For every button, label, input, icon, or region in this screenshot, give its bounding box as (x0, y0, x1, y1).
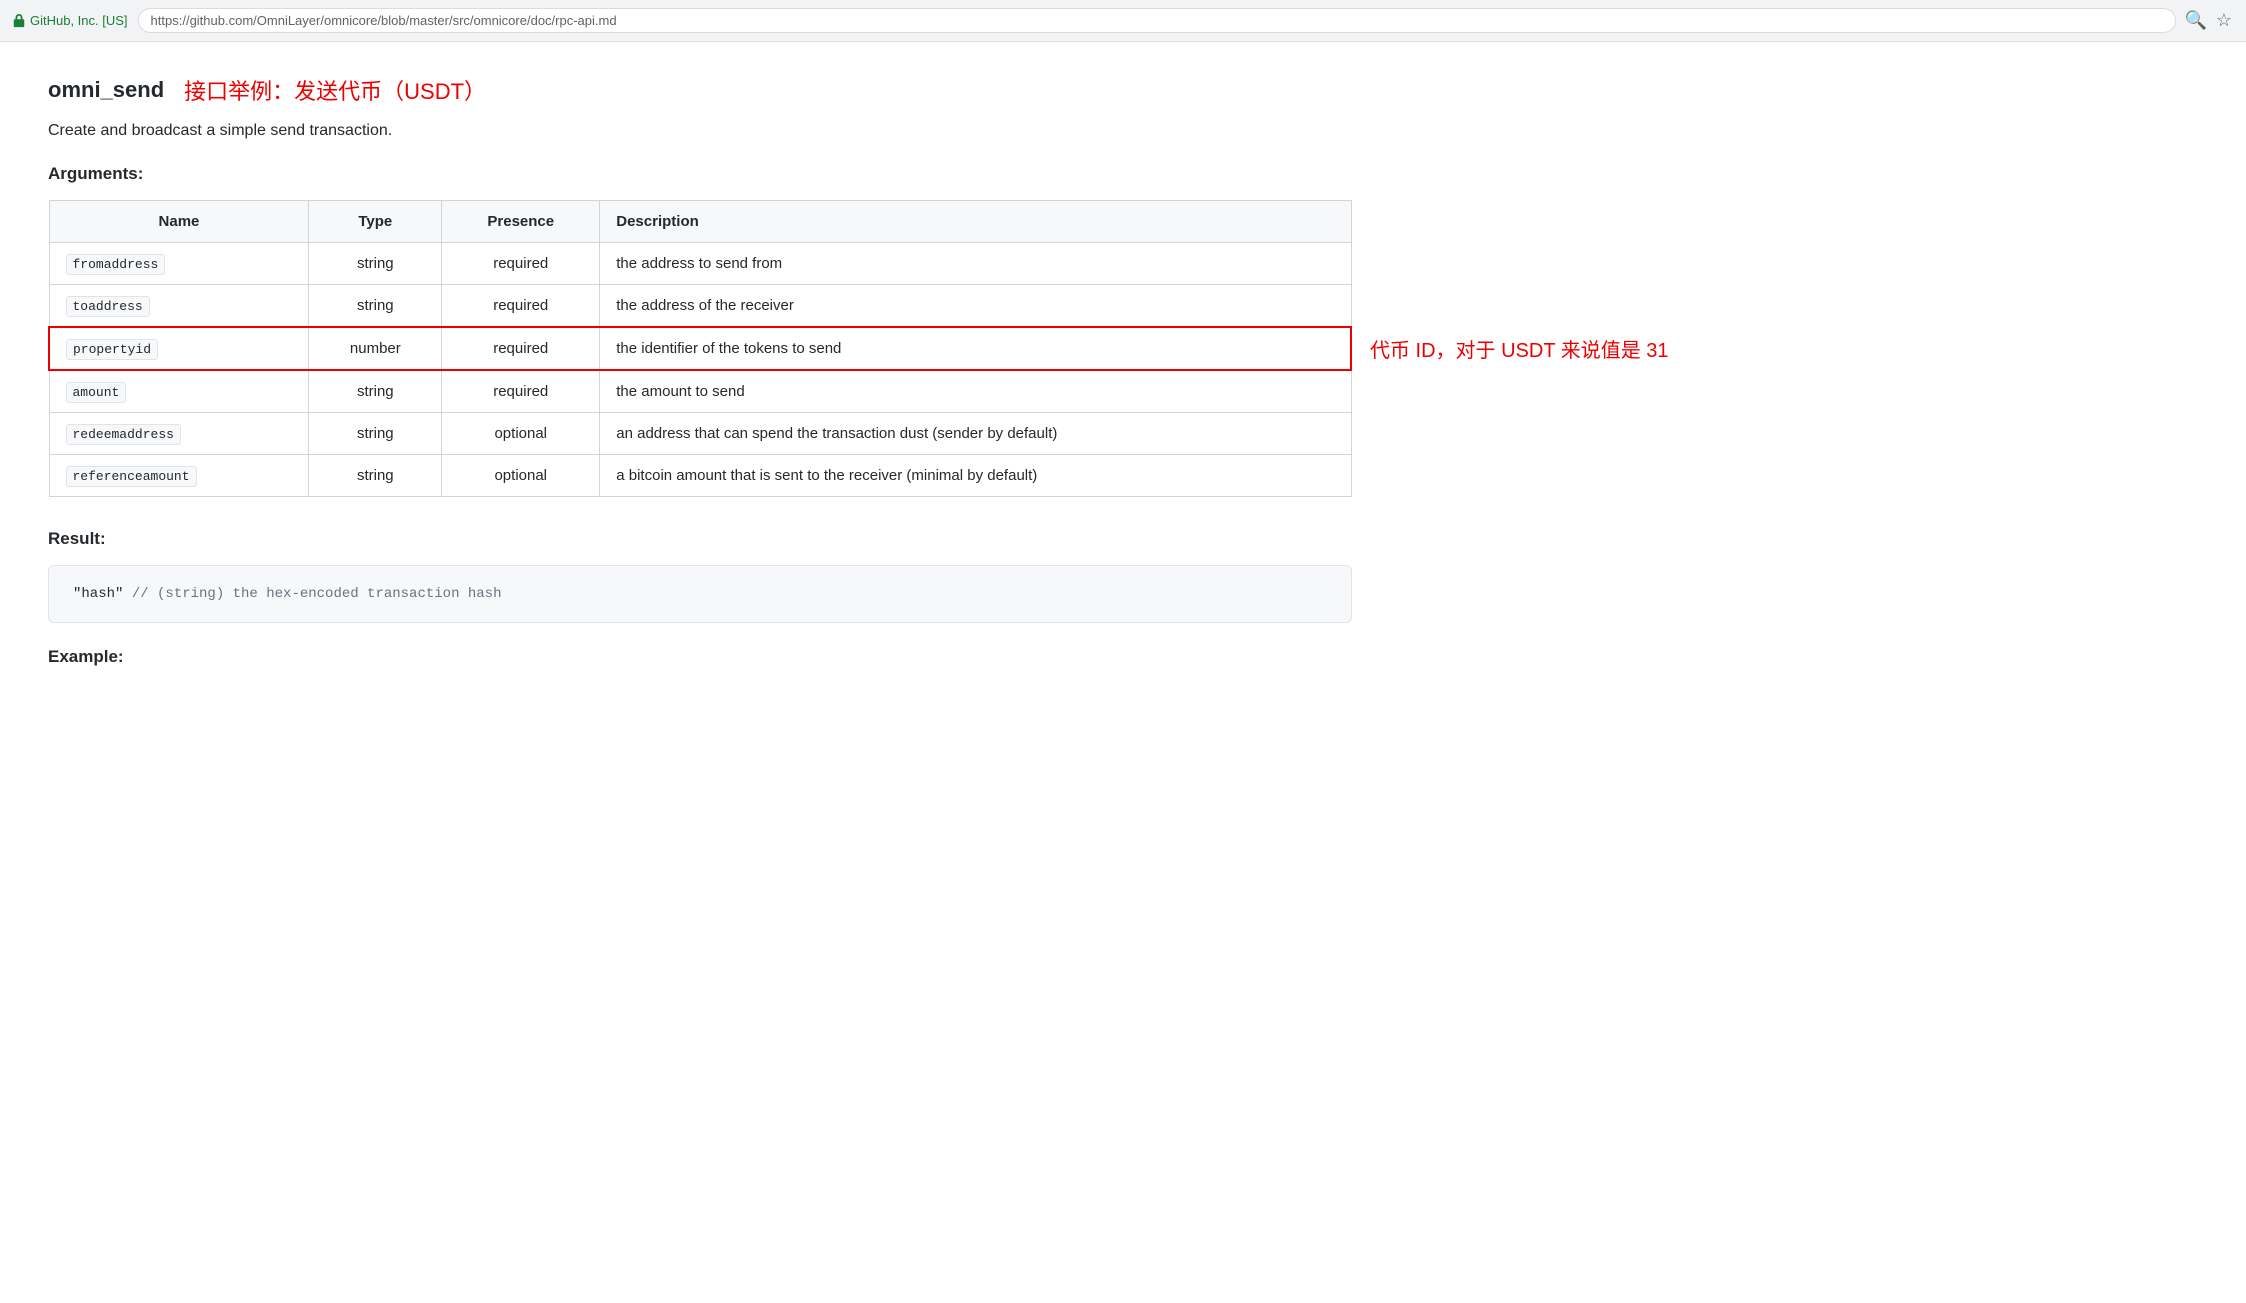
result-section: Result: "hash" // (string) the hex-encod… (48, 529, 1352, 623)
col-presence: Presence (442, 201, 600, 243)
cell-description: a bitcoin amount that is sent to the rec… (600, 455, 1351, 497)
code-name: propertyid (66, 339, 158, 360)
code-name: referenceamount (66, 466, 197, 487)
cell-presence: optional (442, 413, 600, 455)
cell-name: fromaddress (49, 243, 309, 285)
cell-presence: required (442, 327, 600, 370)
header-row: Name Type Presence Description (49, 201, 1351, 243)
page-content: omni_send 接口举例：发送代币（USDT） Create and bro… (0, 42, 1400, 715)
cell-name: toaddress (49, 285, 309, 328)
cell-presence: required (442, 370, 600, 413)
cell-name: referenceamount (49, 455, 309, 497)
cell-description: the address to send from (600, 243, 1351, 285)
result-code-string: "hash" (73, 586, 132, 602)
table-row: toaddress string required the address of… (49, 285, 1351, 328)
cell-type: string (309, 243, 442, 285)
cell-description: the address of the receiver (600, 285, 1351, 328)
chinese-subtitle: 接口举例：发送代币（USDT） (184, 74, 486, 106)
security-indicator: GitHub, Inc. [US] (12, 13, 128, 28)
code-name: toaddress (66, 296, 150, 317)
browser-bar: GitHub, Inc. [US] https://github.com/Omn… (0, 0, 2246, 42)
func-name: omni_send (48, 77, 164, 103)
annotation-text: 代币 ID，对于 USDT 来说值是 31 (1350, 334, 1669, 363)
result-code-block: "hash" // (string) the hex-encoded trans… (48, 565, 1352, 623)
result-label: Result: (48, 529, 1352, 549)
table-wrapper: Name Type Presence Description fromaddre… (48, 200, 1352, 497)
url-text: https://github.com/OmniLayer/omnicore/bl… (151, 13, 617, 28)
cell-type: number (309, 327, 442, 370)
cell-name: redeemaddress (49, 413, 309, 455)
cell-description: the amount to send (600, 370, 1351, 413)
table-row: fromaddress string required the address … (49, 243, 1351, 285)
result-code-comment: // (string) the hex-encoded transaction … (132, 586, 502, 602)
cell-type: string (309, 370, 442, 413)
col-description: Description (600, 201, 1351, 243)
code-name: redeemaddress (66, 424, 181, 445)
cell-description: an address that can spend the transactio… (600, 413, 1351, 455)
table-row: referenceamount string optional a bitcoi… (49, 455, 1351, 497)
bookmark-icon[interactable]: ☆ (2214, 11, 2234, 31)
code-name: amount (66, 382, 127, 403)
example-label: Example: (48, 647, 1352, 667)
search-icon[interactable]: 🔍 (2186, 11, 2206, 31)
lock-icon (12, 14, 26, 28)
table-body: fromaddress string required the address … (49, 243, 1351, 497)
cell-description: the identifier of the tokens to send 代币 … (600, 327, 1351, 370)
table-row: redeemaddress string optional an address… (49, 413, 1351, 455)
cell-name: propertyid (49, 327, 309, 370)
table-row-highlighted: propertyid number required the identifie… (49, 327, 1351, 370)
cell-type: string (309, 285, 442, 328)
cell-name: amount (49, 370, 309, 413)
arguments-section: Arguments: Name Type Presence Descriptio… (48, 164, 1352, 497)
cell-presence: required (442, 243, 600, 285)
arguments-label: Arguments: (48, 164, 1352, 184)
table-header: Name Type Presence Description (49, 201, 1351, 243)
example-section: Example: (48, 647, 1352, 667)
col-type: Type (309, 201, 442, 243)
arguments-table: Name Type Presence Description fromaddre… (48, 200, 1352, 497)
cell-type: string (309, 413, 442, 455)
cell-type: string (309, 455, 442, 497)
cell-presence: required (442, 285, 600, 328)
title-row: omni_send 接口举例：发送代币（USDT） (48, 74, 1352, 106)
code-name: fromaddress (66, 254, 166, 275)
annotation-container: the identifier of the tokens to send 代币 … (616, 340, 1334, 357)
address-bar[interactable]: https://github.com/OmniLayer/omnicore/bl… (138, 8, 2176, 33)
col-name: Name (49, 201, 309, 243)
cell-presence: optional (442, 455, 600, 497)
security-label: GitHub, Inc. [US] (30, 13, 128, 28)
browser-actions: 🔍 ☆ (2186, 11, 2234, 31)
table-row: amount string required the amount to sen… (49, 370, 1351, 413)
description-text: the identifier of the tokens to send (616, 340, 841, 357)
page-description: Create and broadcast a simple send trans… (48, 122, 1352, 140)
